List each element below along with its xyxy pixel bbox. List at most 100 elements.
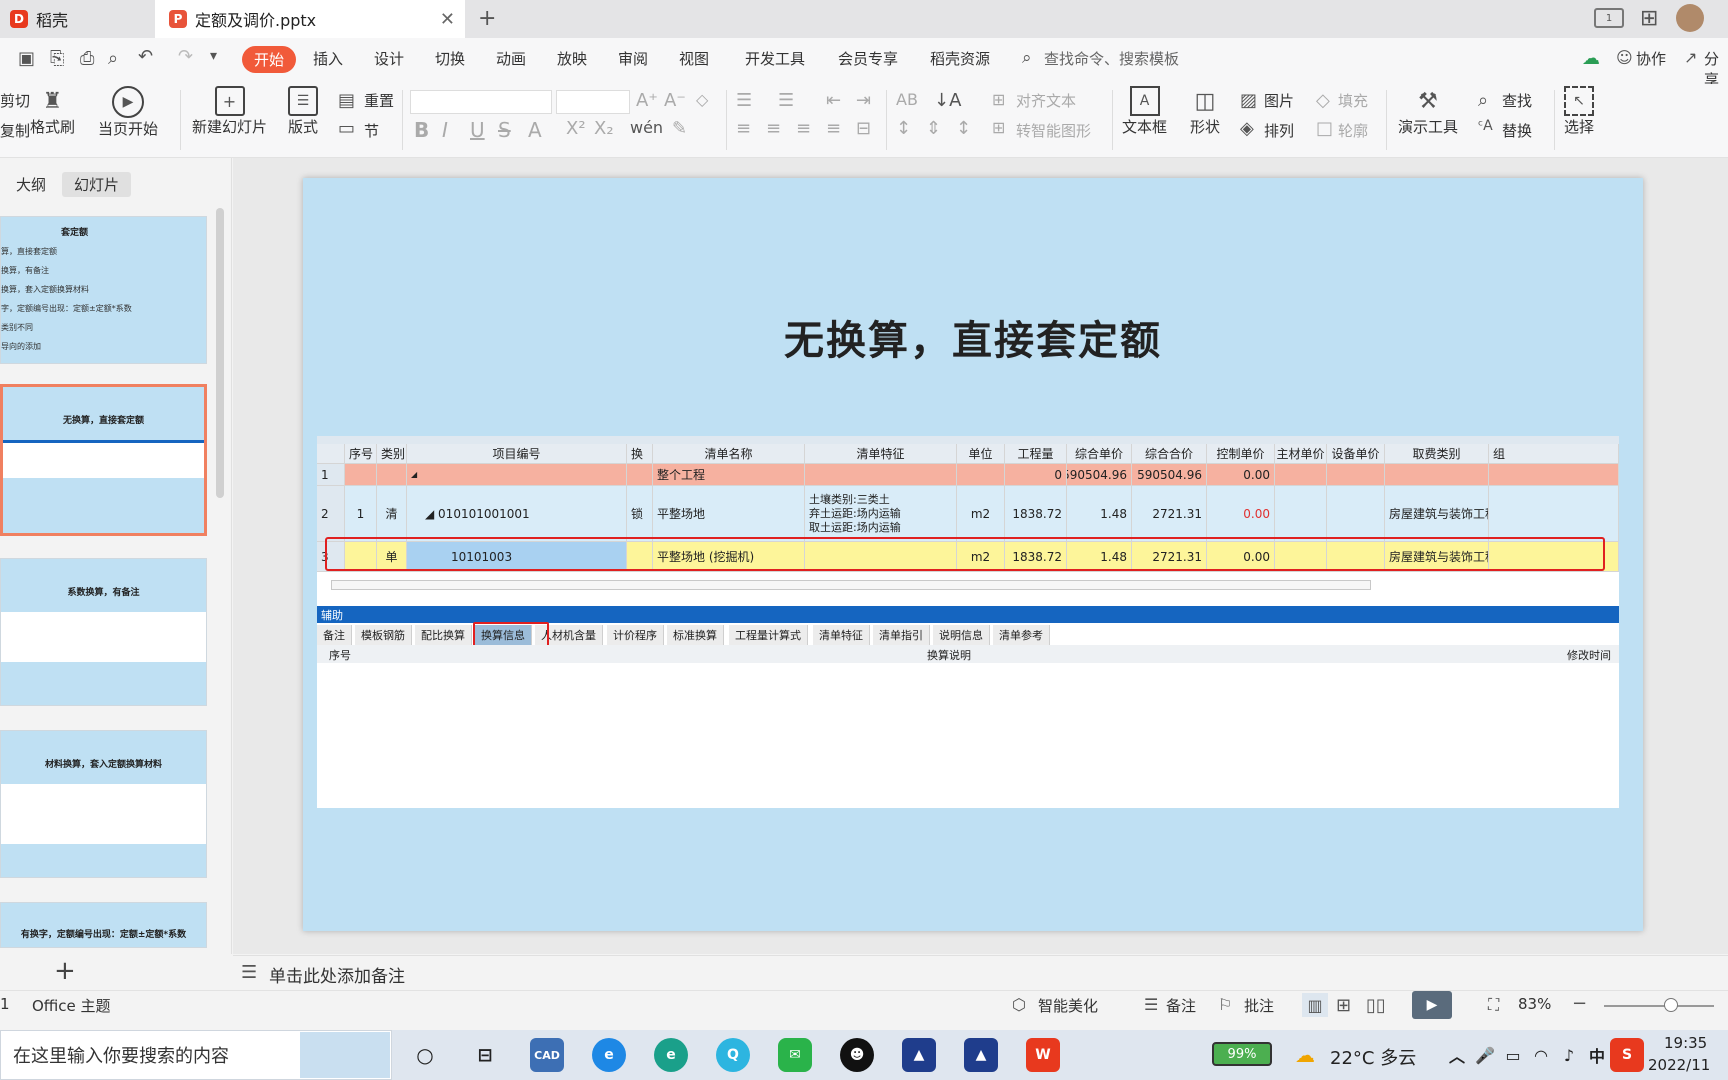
task-view-icon[interactable]: ⊟ bbox=[468, 1038, 502, 1072]
increase-indent-icon[interactable]: ⇥ bbox=[856, 90, 871, 111]
textbox-button[interactable]: A 文本框 bbox=[1122, 86, 1167, 137]
assist-tab[interactable]: 清单特征 bbox=[813, 625, 870, 645]
glodon-app-icon[interactable]: ▲ bbox=[902, 1038, 936, 1072]
line-spacing-icon[interactable]: ↕ bbox=[896, 118, 911, 139]
normal-view-icon[interactable]: ▥ bbox=[1302, 993, 1328, 1017]
slide-thumbnail[interactable]: 系数换算，有备注 bbox=[0, 558, 207, 706]
numbered-list-icon[interactable]: ☰ bbox=[778, 90, 794, 111]
align-left-icon[interactable]: ≡ bbox=[736, 118, 751, 139]
menu-home[interactable]: 开始 bbox=[242, 46, 297, 73]
print-icon[interactable]: ⎙ bbox=[80, 48, 94, 69]
new-tab-plus-icon[interactable]: + bbox=[478, 6, 496, 31]
menu-review[interactable]: 审阅 bbox=[618, 48, 648, 69]
export-icon[interactable]: ⎘ bbox=[50, 48, 64, 69]
close-icon[interactable]: ✕ bbox=[440, 9, 455, 30]
slide-sorter-icon[interactable]: ⊞ bbox=[1336, 995, 1351, 1016]
font-size-select[interactable] bbox=[556, 90, 630, 114]
cut-button[interactable]: 剪切 bbox=[0, 90, 30, 111]
fit-window-icon[interactable]: ⛶ bbox=[1488, 995, 1499, 1015]
avatar[interactable] bbox=[1676, 4, 1704, 32]
distribute-icon[interactable]: ⊟ bbox=[856, 118, 871, 139]
copy-button[interactable]: 复制 bbox=[0, 120, 30, 141]
horizontal-scrollbar[interactable] bbox=[331, 580, 1371, 590]
font-grow-icon[interactable]: A⁺ bbox=[636, 90, 658, 111]
reset-button[interactable]: 重置 bbox=[364, 90, 394, 111]
align-center-icon[interactable]: ≡ bbox=[766, 118, 781, 139]
zoom-slider[interactable] bbox=[1604, 1005, 1714, 1007]
clear-format-icon[interactable]: ◇ bbox=[696, 90, 708, 109]
bold-icon[interactable]: B bbox=[414, 118, 429, 142]
slide-thumbnail[interactable]: 有换字，定额编号出现：定额±定额*系数 bbox=[0, 902, 207, 948]
reading-view-icon[interactable]: ▯▯ bbox=[1366, 995, 1386, 1016]
plus-icon[interactable]: + bbox=[54, 956, 76, 986]
wps-icon[interactable]: W bbox=[1026, 1038, 1060, 1072]
battery-indicator[interactable]: 99% bbox=[1212, 1042, 1272, 1066]
para-spacing-icon[interactable]: ⇕ bbox=[926, 118, 941, 139]
collaborate-button[interactable]: 协作 bbox=[1636, 48, 1666, 69]
shape-button[interactable]: ◫ 形状 bbox=[1190, 86, 1220, 137]
section-button[interactable]: 节 bbox=[364, 120, 379, 141]
assist-tab[interactable]: 备注 bbox=[317, 625, 352, 645]
assist-tab[interactable]: 标准换算 bbox=[667, 625, 724, 645]
menu-design[interactable]: 设计 bbox=[374, 48, 404, 69]
strikethrough-icon[interactable]: S bbox=[498, 118, 511, 142]
cortana-icon[interactable]: ○ bbox=[408, 1038, 442, 1072]
assist-tab[interactable]: 配比换算 bbox=[415, 625, 472, 645]
tab-outline[interactable]: 大纲 bbox=[16, 174, 46, 195]
assist-tab[interactable]: 计价程序 bbox=[607, 625, 664, 645]
outline-button[interactable]: 轮廓 bbox=[1338, 120, 1368, 141]
menu-transition[interactable]: 切换 bbox=[435, 48, 465, 69]
bullet-list-icon[interactable]: ☰ bbox=[736, 90, 752, 111]
qq-icon[interactable]: ☻ bbox=[840, 1038, 874, 1072]
convert-smart-graphic-button[interactable]: 转智能图形 bbox=[1016, 120, 1091, 141]
command-search-input[interactable]: 查找命令、搜索模板 bbox=[1044, 48, 1179, 69]
notes-toggle-button[interactable]: 备注 bbox=[1166, 995, 1196, 1016]
menu-slideshow[interactable]: 放映 bbox=[557, 48, 587, 69]
play-slideshow-icon[interactable]: ▶ bbox=[1412, 991, 1452, 1019]
font-color-icon[interactable]: A bbox=[528, 118, 542, 142]
assist-tab[interactable]: 清单参考 bbox=[993, 625, 1050, 645]
arrange-button[interactable]: 排列 bbox=[1264, 120, 1294, 141]
slide-thumbnail-selected[interactable]: 无换算，直接套定额 bbox=[0, 384, 207, 536]
undo-icon[interactable]: ↶ bbox=[138, 46, 153, 67]
underline-icon[interactable]: U bbox=[470, 118, 485, 142]
slide-thumbnail[interactable]: 套定额 算，直接套定额 换算，有备注 换算，套入定额换算材料 字，定额编号出现：… bbox=[0, 216, 207, 364]
cad-app-icon[interactable]: CAD bbox=[530, 1038, 564, 1072]
edge-legacy-icon[interactable]: e bbox=[592, 1038, 626, 1072]
new-slide-button[interactable]: + 新建幻灯片 bbox=[192, 86, 267, 137]
select-button[interactable]: ↖ 选择 bbox=[1564, 86, 1594, 137]
align-text-button[interactable]: 对齐文本 bbox=[1016, 90, 1076, 111]
zoom-slider-thumb[interactable] bbox=[1664, 998, 1678, 1012]
highlight-icon[interactable]: ✎ bbox=[672, 118, 687, 139]
find-button[interactable]: 查找 bbox=[1502, 90, 1532, 111]
fill-button[interactable]: 填充 bbox=[1338, 90, 1368, 111]
glodon-app-2-icon[interactable]: ▲ bbox=[964, 1038, 998, 1072]
ime-icon[interactable]: 中 bbox=[1580, 1038, 1614, 1072]
clock-time[interactable]: 19:35 bbox=[1664, 1034, 1707, 1052]
notes-placeholder[interactable]: 单击此处添加备注 bbox=[269, 962, 405, 987]
smart-beautify-button[interactable]: 智能美化 bbox=[1038, 995, 1098, 1016]
zoom-level[interactable]: 83% bbox=[1518, 995, 1551, 1013]
format-painter-button[interactable]: ♜ 格式刷 bbox=[30, 86, 75, 137]
quick-access-dropdown-icon[interactable]: ▾ bbox=[210, 48, 217, 64]
assist-tab[interactable]: 模板钢筋 bbox=[355, 625, 412, 645]
assist-tab[interactable]: 清单指引 bbox=[873, 625, 930, 645]
weather-text[interactable]: 22°C 多云 bbox=[1330, 1044, 1416, 1070]
notes-bar[interactable]: ☰ 单击此处添加备注 bbox=[233, 955, 1728, 989]
print-preview-icon[interactable]: ⌕ bbox=[108, 48, 118, 69]
present-tools-button[interactable]: ⚒ 演示工具 bbox=[1398, 86, 1458, 137]
wechat-icon[interactable]: ✉ bbox=[778, 1038, 812, 1072]
apps-grid-icon[interactable]: ⊞ bbox=[1640, 6, 1658, 31]
assist-tab[interactable]: 说明信息 bbox=[933, 625, 990, 645]
cloud-sync-icon[interactable]: ☁ bbox=[1582, 48, 1600, 69]
layout-button[interactable]: ☰ 版式 bbox=[288, 86, 318, 137]
font-shrink-icon[interactable]: A⁻ bbox=[664, 90, 686, 111]
comments-button[interactable]: 批注 bbox=[1244, 995, 1274, 1016]
picture-button[interactable]: 图片 bbox=[1264, 90, 1294, 111]
window-layout-icon[interactable]: 1 bbox=[1594, 8, 1624, 28]
scrollbar[interactable] bbox=[216, 208, 224, 498]
table-row[interactable]: 1 ◢ 整个工程 0 590504.96 590504.96 0.00 bbox=[317, 464, 1619, 486]
assist-tab[interactable]: 工程量计算式 bbox=[729, 625, 808, 645]
redo-icon[interactable]: ↷ bbox=[178, 46, 193, 67]
menu-member[interactable]: 会员专享 bbox=[838, 48, 898, 69]
